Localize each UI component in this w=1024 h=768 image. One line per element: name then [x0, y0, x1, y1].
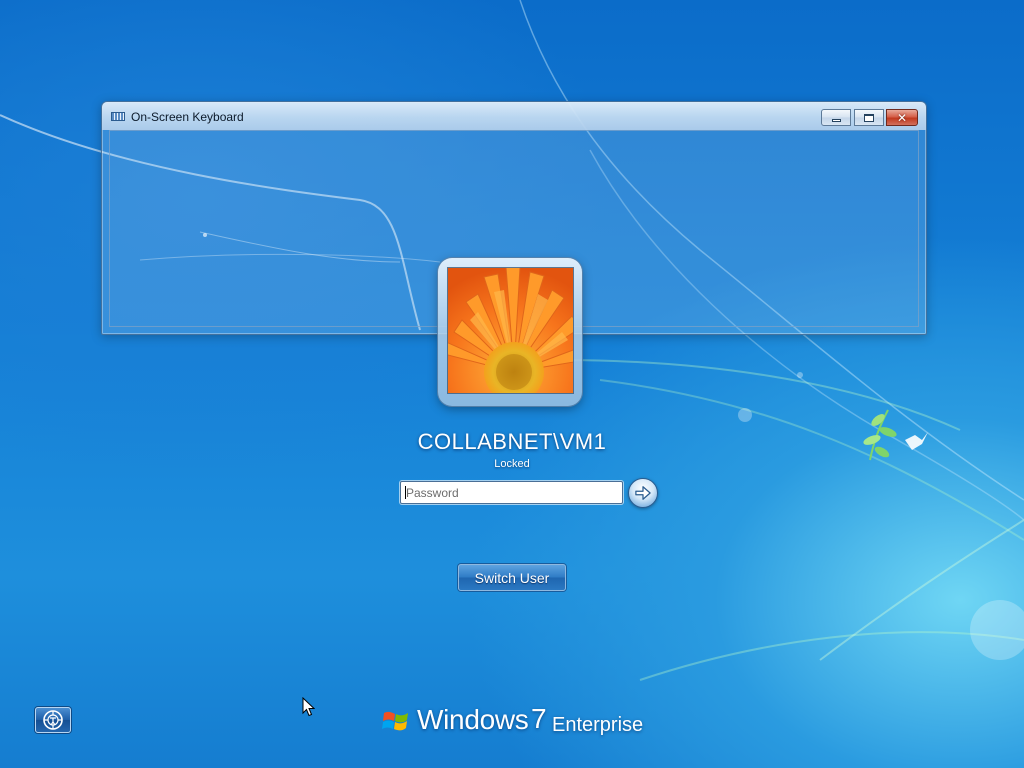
password-field[interactable]	[400, 481, 623, 504]
ease-of-access-button[interactable]	[35, 707, 71, 733]
close-icon: ✕	[896, 110, 908, 125]
arrow-right-icon	[635, 486, 651, 500]
windows-edition: Enterprise	[552, 714, 644, 736]
minimize-button[interactable]	[821, 109, 851, 126]
maximize-icon	[864, 113, 874, 122]
maximize-button[interactable]	[854, 109, 884, 126]
windows-wordmark: Windows	[417, 704, 529, 735]
window-title: On-Screen Keyboard	[131, 110, 244, 124]
user-tile	[438, 258, 582, 406]
username-label: COLLABNET\VM1	[417, 429, 607, 454]
windows-version: 7	[531, 703, 547, 734]
status-label: Locked	[494, 458, 530, 470]
windows-flag-logo	[382, 711, 408, 731]
submit-button[interactable]	[628, 478, 658, 508]
orange-flower-picture	[448, 268, 573, 393]
ease-of-access-icon	[43, 710, 63, 730]
title-bar[interactable]: On-Screen Keyboard ✕	[102, 102, 926, 130]
mouse-cursor-icon	[302, 697, 315, 717]
minimize-icon	[831, 119, 841, 122]
keyboard-icon	[111, 112, 125, 121]
close-button[interactable]: ✕	[886, 109, 918, 126]
lock-screen-background: On-Screen Keyboard ✕ COLLABNET\VM1 Locke…	[0, 0, 1024, 768]
text-caret	[405, 486, 406, 499]
leaf-cluster	[863, 409, 897, 461]
user-picture	[447, 267, 574, 394]
switch-user-button[interactable]: Switch User	[458, 564, 566, 591]
